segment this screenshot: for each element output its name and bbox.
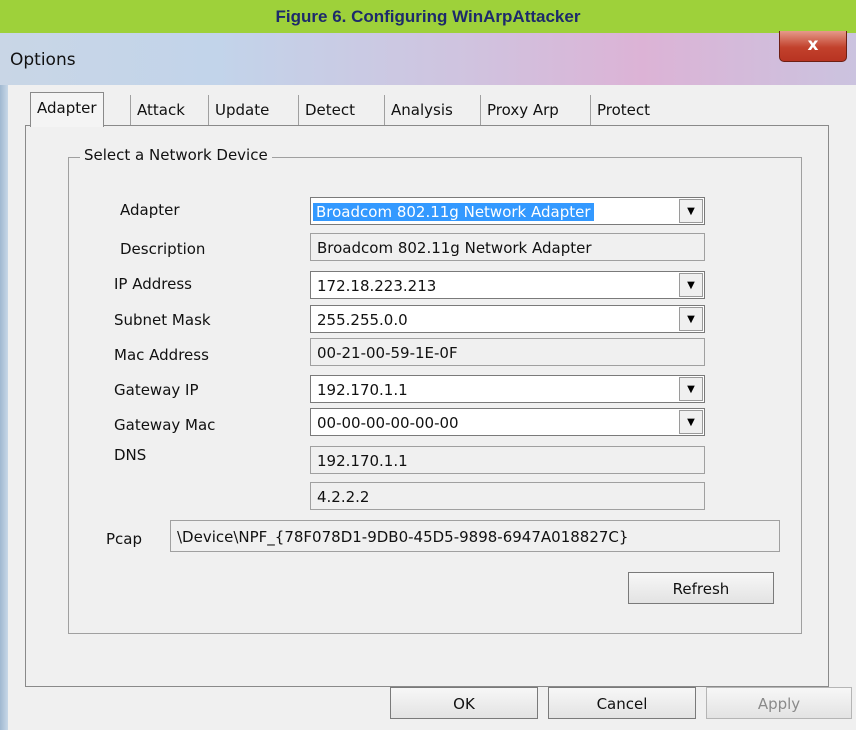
dns-primary-field: 192.170.1.1 [310, 446, 705, 474]
tab-proxy-arp[interactable]: Proxy Arp [480, 95, 565, 125]
dns-secondary-field: 4.2.2.2 [310, 482, 705, 510]
figure-caption: Figure 6. Configuring WinArpAttacker [0, 0, 856, 33]
adapter-label: Adapter [120, 201, 180, 219]
gateway-mac-label: Gateway Mac [114, 416, 216, 434]
chevron-down-icon[interactable]: ▼ [679, 307, 703, 331]
description-field: Broadcom 802.11g Network Adapter [310, 233, 705, 261]
ok-button[interactable]: OK [390, 687, 538, 719]
ip-address-label: IP Address [114, 275, 192, 293]
dns-label: DNS [114, 446, 147, 464]
cancel-button[interactable]: Cancel [548, 687, 696, 719]
gateway-ip-value: 192.170.1.1 [317, 381, 408, 399]
subnet-mask-value: 255.255.0.0 [317, 311, 408, 329]
title-bar: Options x [0, 31, 856, 85]
chevron-down-icon[interactable]: ▼ [679, 377, 703, 401]
ip-address-value: 172.18.223.213 [317, 277, 437, 295]
tab-adapter[interactable]: Adapter [30, 92, 104, 127]
subnet-mask-select[interactable]: 255.255.0.0 ▼ [310, 305, 705, 333]
mac-address-field: 00-21-00-59-1E-0F [310, 338, 705, 366]
chevron-down-icon[interactable]: ▼ [679, 410, 703, 434]
adapter-select[interactable]: Broadcom 802.11g Network Adapter ▼ [310, 197, 705, 225]
gateway-mac-value: 00-00-00-00-00-00 [317, 414, 459, 432]
tab-update[interactable]: Update [208, 95, 275, 125]
window-frame-edge [0, 85, 8, 730]
gateway-ip-label: Gateway IP [114, 381, 199, 399]
apply-button[interactable]: Apply [706, 687, 852, 719]
close-button[interactable]: x [779, 31, 847, 62]
chevron-down-icon[interactable]: ▼ [679, 199, 703, 223]
gateway-mac-select[interactable]: 00-00-00-00-00-00 ▼ [310, 408, 705, 436]
group-title: Select a Network Device [80, 146, 272, 164]
pcap-field: \Device\NPF_{78F078D1-9DB0-45D5-9898-694… [170, 520, 780, 552]
ip-address-select[interactable]: 172.18.223.213 ▼ [310, 271, 705, 299]
mac-address-label: Mac Address [114, 346, 209, 364]
adapter-value: Broadcom 802.11g Network Adapter [313, 203, 594, 221]
chevron-down-icon[interactable]: ▼ [679, 273, 703, 297]
tab-attack[interactable]: Attack [130, 95, 191, 125]
tab-protect[interactable]: Protect [590, 95, 656, 125]
close-icon: x [807, 35, 819, 55]
tab-detect[interactable]: Detect [298, 95, 361, 125]
gateway-ip-select[interactable]: 192.170.1.1 ▼ [310, 375, 705, 403]
description-label: Description [120, 240, 206, 258]
refresh-button[interactable]: Refresh [628, 572, 774, 604]
window-title: Options [10, 50, 76, 70]
tab-analysis[interactable]: Analysis [384, 95, 459, 125]
subnet-mask-label: Subnet Mask [114, 311, 211, 329]
pcap-label: Pcap [106, 530, 143, 548]
